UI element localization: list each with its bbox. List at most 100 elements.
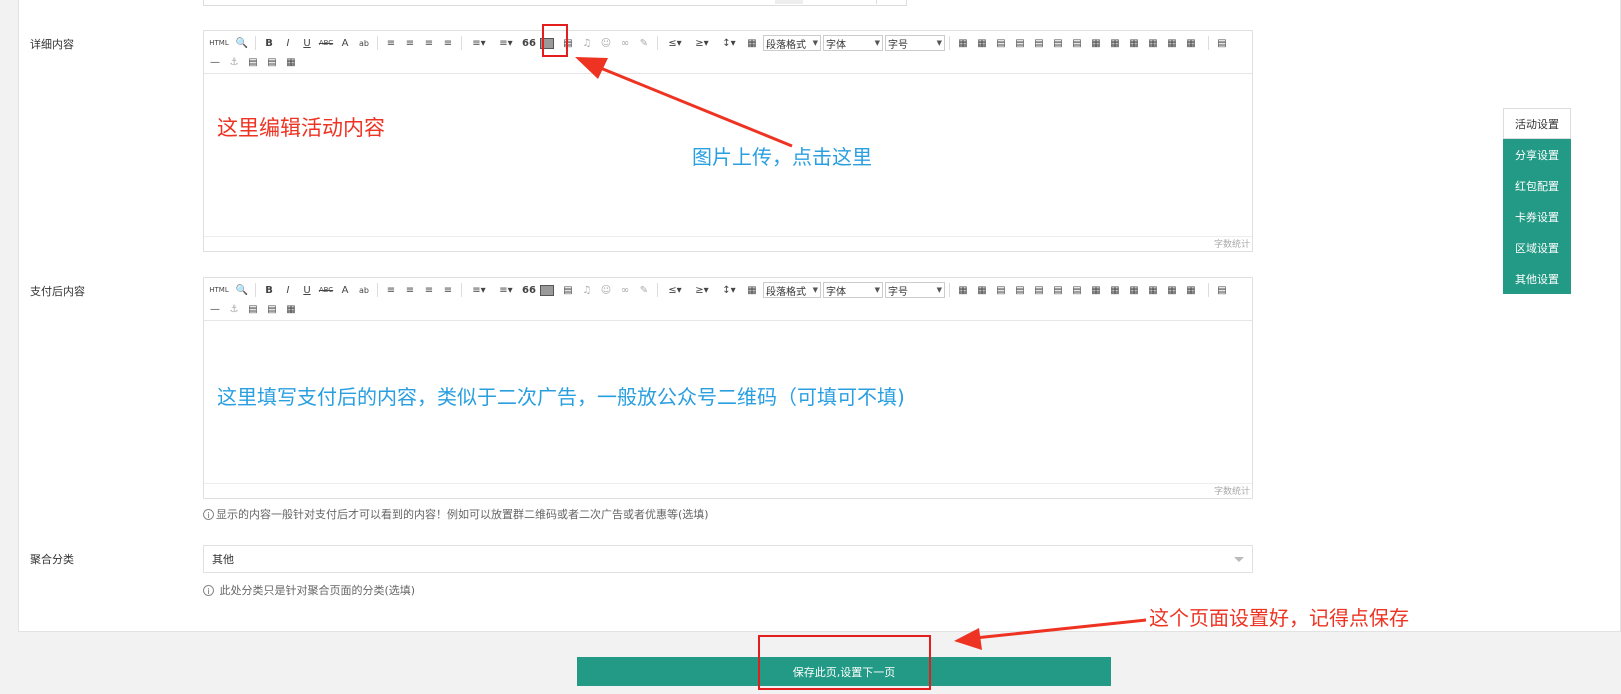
side-nav-other-settings[interactable]: 其他设置 bbox=[1503, 263, 1571, 294]
table-merge-cells-icon[interactable]: ▦ bbox=[1088, 282, 1104, 298]
preview-icon[interactable]: 🔍 bbox=[234, 35, 250, 51]
italic-button[interactable]: I bbox=[280, 282, 296, 298]
line-height-icon[interactable]: ↕▾ bbox=[717, 35, 741, 51]
table-split-cells-icon[interactable]: ▦ bbox=[1145, 282, 1161, 298]
html-source-button[interactable]: HTML bbox=[207, 282, 231, 298]
row-spacing-top-icon[interactable]: ≤▾ bbox=[663, 35, 687, 51]
category-select[interactable]: 其他 bbox=[203, 545, 1253, 573]
anchor-icon[interactable]: ⚓ bbox=[226, 54, 242, 70]
image-upload-icon[interactable] bbox=[540, 284, 554, 296]
table-insert-icon[interactable]: ▦ bbox=[955, 35, 971, 51]
table-delete-icon[interactable]: ▦ bbox=[974, 282, 990, 298]
line-height-icon[interactable]: ↕▾ bbox=[717, 282, 741, 298]
align-center-icon[interactable]: ≡ bbox=[402, 282, 418, 298]
indent-icon[interactable]: ▦ bbox=[744, 35, 760, 51]
print-icon[interactable]: ▤ bbox=[264, 301, 280, 317]
print-icon[interactable]: ▤ bbox=[264, 54, 280, 70]
previous-field-input[interactable] bbox=[203, 0, 907, 6]
bold-button[interactable]: B bbox=[261, 35, 277, 51]
table-delete-icon[interactable]: ▦ bbox=[974, 35, 990, 51]
insert-code-icon[interactable]: ▤ bbox=[245, 54, 261, 70]
table-split-cols-icon[interactable]: ▦ bbox=[1183, 282, 1199, 298]
blockquote-button[interactable]: 66 bbox=[521, 282, 537, 298]
anchor-icon[interactable]: ⚓ bbox=[226, 301, 242, 317]
align-center-icon[interactable]: ≡ bbox=[402, 35, 418, 51]
insert-code-icon[interactable]: ▤ bbox=[245, 301, 261, 317]
table-delete-row-icon[interactable]: ▤ bbox=[1031, 282, 1047, 298]
clear-format-icon[interactable]: ✎ bbox=[636, 35, 652, 51]
table-delete-col-icon[interactable]: ▤ bbox=[1069, 35, 1085, 51]
ordered-list-icon[interactable]: ≡▾ bbox=[467, 35, 491, 51]
link-icon[interactable]: ∞ bbox=[617, 35, 633, 51]
font-family-select[interactable]: 字体 ▼ bbox=[823, 35, 883, 51]
paragraph-format-select[interactable]: 段落格式 ▼ bbox=[763, 35, 821, 51]
underline-button[interactable]: U bbox=[299, 35, 315, 51]
font-color-button[interactable]: A bbox=[337, 35, 353, 51]
preview-icon[interactable]: 🔍 bbox=[234, 282, 250, 298]
template-icon[interactable]: ▦ bbox=[283, 54, 299, 70]
italic-button[interactable]: I bbox=[280, 35, 296, 51]
font-size-select[interactable]: 字号 ▼ bbox=[885, 35, 945, 51]
table-insert-row-icon[interactable]: ▤ bbox=[1012, 35, 1028, 51]
blockquote-button[interactable]: 66 bbox=[521, 35, 537, 51]
align-right-icon[interactable]: ≡ bbox=[421, 35, 437, 51]
side-nav-region-settings[interactable]: 区域设置 bbox=[1503, 232, 1571, 263]
side-nav-red-packet-config[interactable]: 红包配置 bbox=[1503, 170, 1571, 201]
row-spacing-top-icon[interactable]: ≤▾ bbox=[663, 282, 687, 298]
table-delete-col-icon[interactable]: ▤ bbox=[1069, 282, 1085, 298]
table-insert-col-icon[interactable]: ▤ bbox=[1050, 35, 1066, 51]
highlight-color-button[interactable]: ab bbox=[356, 35, 372, 51]
unordered-list-icon[interactable]: ≡▾ bbox=[494, 282, 518, 298]
emoticon-icon[interactable]: ☺ bbox=[598, 282, 614, 298]
table-merge-right-icon[interactable]: ▦ bbox=[1107, 35, 1123, 51]
fullscreen-icon[interactable]: ▤ bbox=[1214, 35, 1230, 51]
table-split-rows-icon[interactable]: ▦ bbox=[1164, 282, 1180, 298]
font-size-select[interactable]: 字号 ▼ bbox=[885, 282, 945, 298]
underline-button[interactable]: U bbox=[299, 282, 315, 298]
emoticon-icon[interactable]: ☺ bbox=[598, 35, 614, 51]
align-left-icon[interactable]: ≡ bbox=[383, 35, 399, 51]
music-icon[interactable]: ♫ bbox=[579, 282, 595, 298]
unordered-list-icon[interactable]: ≡▾ bbox=[494, 35, 518, 51]
table-insert-col-icon[interactable]: ▤ bbox=[1050, 282, 1066, 298]
table-merge-down-icon[interactable]: ▦ bbox=[1126, 35, 1142, 51]
strikethrough-button[interactable]: ABC bbox=[318, 282, 334, 298]
fullscreen-icon[interactable]: ▤ bbox=[1214, 282, 1230, 298]
side-nav-share-settings[interactable]: 分享设置 bbox=[1503, 139, 1571, 170]
indent-icon[interactable]: ▦ bbox=[744, 282, 760, 298]
align-right-icon[interactable]: ≡ bbox=[421, 282, 437, 298]
table-delete-row-icon[interactable]: ▤ bbox=[1031, 35, 1047, 51]
table-split-cells-icon[interactable]: ▦ bbox=[1145, 35, 1161, 51]
ordered-list-icon[interactable]: ≡▾ bbox=[467, 282, 491, 298]
table-insert-icon[interactable]: ▦ bbox=[955, 282, 971, 298]
table-merge-down-icon[interactable]: ▦ bbox=[1126, 282, 1142, 298]
clear-format-icon[interactable]: ✎ bbox=[636, 282, 652, 298]
align-justify-icon[interactable]: ≡ bbox=[440, 35, 456, 51]
link-icon[interactable]: ∞ bbox=[617, 282, 633, 298]
paragraph-format-select[interactable]: 段落格式 ▼ bbox=[763, 282, 821, 298]
side-nav-coupon-settings[interactable]: 卡券设置 bbox=[1503, 201, 1571, 232]
after-pay-edit-area[interactable]: 字数统计 bbox=[204, 321, 1252, 499]
row-spacing-bottom-icon[interactable]: ≥▾ bbox=[690, 282, 714, 298]
row-spacing-bottom-icon[interactable]: ≥▾ bbox=[690, 35, 714, 51]
bold-button[interactable]: B bbox=[261, 282, 277, 298]
highlight-color-button[interactable]: ab bbox=[356, 282, 372, 298]
table-merge-right-icon[interactable]: ▦ bbox=[1107, 282, 1123, 298]
font-color-button[interactable]: A bbox=[337, 282, 353, 298]
music-icon[interactable]: ♫ bbox=[579, 35, 595, 51]
horizontal-rule-icon[interactable]: — bbox=[207, 54, 223, 70]
font-family-select[interactable]: 字体 ▼ bbox=[823, 282, 883, 298]
table-split-rows-icon[interactable]: ▦ bbox=[1164, 35, 1180, 51]
table-insert-paragraph-icon[interactable]: ▤ bbox=[993, 35, 1009, 51]
video-icon[interactable]: ▤ bbox=[560, 282, 576, 298]
side-nav-activity-settings[interactable]: 活动设置 bbox=[1503, 108, 1571, 139]
table-split-cols-icon[interactable]: ▦ bbox=[1183, 35, 1199, 51]
horizontal-rule-icon[interactable]: — bbox=[207, 301, 223, 317]
table-insert-row-icon[interactable]: ▤ bbox=[1012, 282, 1028, 298]
align-left-icon[interactable]: ≡ bbox=[383, 282, 399, 298]
template-icon[interactable]: ▦ bbox=[283, 301, 299, 317]
strikethrough-button[interactable]: ABC bbox=[318, 35, 334, 51]
align-justify-icon[interactable]: ≡ bbox=[440, 282, 456, 298]
table-merge-cells-icon[interactable]: ▦ bbox=[1088, 35, 1104, 51]
table-insert-paragraph-icon[interactable]: ▤ bbox=[993, 282, 1009, 298]
